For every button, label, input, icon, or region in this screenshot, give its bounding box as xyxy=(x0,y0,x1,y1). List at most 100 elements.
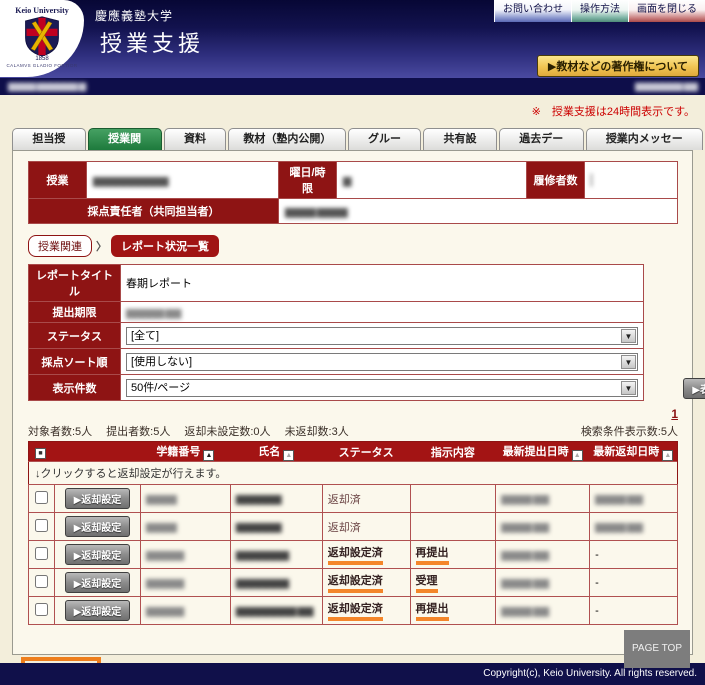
tab-materials[interactable]: 教材（塾内公開） xyxy=(228,128,346,150)
header-buttons: お問い合わせ 操作方法 画面を閉じる xyxy=(494,0,705,22)
page-top-button[interactable]: PAGE TOP xyxy=(624,630,690,668)
tab-share-settings[interactable]: 共有設定 xyxy=(423,128,497,166)
sort-icon[interactable]: ▲ xyxy=(283,449,295,461)
datetime-redacted: ▆▆▆▆▆▆▆ ▆▆ xyxy=(635,81,698,92)
enrolled-value: ▏ xyxy=(584,161,678,199)
col-instruction: 指示内容 xyxy=(410,441,496,462)
grader-label: 採点責任者（共同担当者） xyxy=(28,198,279,224)
instruction-badge: 再提出 xyxy=(415,600,449,621)
deadline-value: ▆▆▆▆▆ ▆▆ xyxy=(120,301,644,323)
class-info-table: 授業 ▆▆▆▆▆▆▆▆▆▆ 曜日/時限 ▆ 履修者数 ▏ 採点責任者（共同担当者… xyxy=(28,161,678,224)
col-status: ステータス xyxy=(322,441,411,462)
pagination-top: 1 xyxy=(28,407,678,421)
report-title-value: 春期レポート xyxy=(120,264,644,302)
enrolled-label: 履修者数 xyxy=(526,161,585,199)
breadcrumb-separator: 〉 xyxy=(96,241,107,253)
return-setting-button[interactable]: ▶返却設定 xyxy=(64,488,131,509)
tab-library[interactable]: 資料室 xyxy=(163,128,227,166)
col-last-submitted: 最新提出日時 ▲ xyxy=(495,441,590,462)
user-name-redacted: ▆▆▆▆ ▆▆▆▆▆▆ ▆ xyxy=(8,81,86,92)
chevron-down-icon: ▼ xyxy=(621,328,636,343)
tab-past-data[interactable]: 過去データ xyxy=(498,128,584,166)
status-badge: 返却済 xyxy=(327,521,361,534)
items-per-page-select[interactable]: 50件/ページ ▼ xyxy=(126,378,638,397)
tab-class-related[interactable]: 授業関連 xyxy=(87,128,162,166)
stat-unreturned: 未返却数:3人 xyxy=(284,426,349,438)
breadcrumb: 授業関連 〉 レポート状況一覧 xyxy=(28,235,677,257)
student-name-link[interactable]: ▆▆▆▆▆▆ xyxy=(236,521,282,533)
show-button[interactable]: ▶表示 xyxy=(683,378,705,399)
content-panel: 授業 ▆▆▆▆▆▆▆▆▆▆ 曜日/時限 ▆ 履修者数 ▏ 採点責任者（共同担当者… xyxy=(12,150,705,685)
report-title-label: レポートタイトル xyxy=(28,264,121,302)
select-all-icon[interactable]: ■ xyxy=(35,448,46,459)
contact-button[interactable]: お問い合わせ xyxy=(494,0,571,22)
report-filter-form: レポートタイトル 春期レポート 提出期限 ▆▆▆▆▆ ▆▆ ステータス [全て]… xyxy=(28,264,705,401)
stats-bar: 対象者数:5人 提出者数:5人 返却未設定数:0人 未返却数:3人 検索条件表示… xyxy=(28,423,678,439)
table-hint: ↓クリックすると返却設定が行えます。 xyxy=(28,461,678,485)
score-sort-select[interactable]: [使用しない] ▼ xyxy=(126,352,638,371)
row-checkbox[interactable] xyxy=(34,574,48,588)
sort-asc-icon[interactable]: ▲ xyxy=(203,449,215,461)
howto-button[interactable]: 操作方法 xyxy=(571,0,628,22)
status-badge: 返却済 xyxy=(327,493,361,506)
day-period-label: 曜日/時限 xyxy=(278,161,337,199)
status-badge: 返却設定済 xyxy=(327,572,383,593)
score-sort-label: 採点ソート順 xyxy=(28,348,121,375)
return-setting-button[interactable]: ▶返却設定 xyxy=(64,544,131,565)
logo-motto: CALAMVS GLADIO FORTIOR xyxy=(6,63,78,69)
student-name-link[interactable]: ▆▆▆▆▆▆ xyxy=(236,493,282,505)
student-name-link[interactable]: ▆▆▆▆▆▆▆ xyxy=(236,549,289,561)
breadcrumb-class-related[interactable]: 授業関連 xyxy=(28,235,92,257)
keio-logo: Keio University 1858 CALAMVS GLADIO FORT… xyxy=(0,0,84,77)
logo-university-name: Keio University xyxy=(15,6,69,15)
copyright-info-button[interactable]: ▶教材などの著作権について xyxy=(536,55,699,77)
tab-groups[interactable]: グループ xyxy=(347,128,422,166)
pagination-bottom: 1 xyxy=(28,631,678,645)
row-checkbox[interactable] xyxy=(34,546,48,560)
keio-crest-icon xyxy=(25,16,59,57)
table-row: ▶返却設定 ▆▆▆▆▆ ▆▆▆▆▆▆▆ 返却設定済 受理 ▆▆▆▆ ▆▆ - xyxy=(28,568,678,597)
status-label: ステータス xyxy=(28,322,121,349)
page: Keio University 1858 CALAMVS GLADIO FORT… xyxy=(0,0,705,685)
col-name: 氏名 ▲ xyxy=(230,441,323,462)
footer-copyright: Copyright(c), Keio University. All right… xyxy=(0,663,705,685)
row-checkbox[interactable] xyxy=(34,602,48,616)
sort-icon[interactable]: ▲ xyxy=(571,449,583,461)
header: Keio University 1858 CALAMVS GLADIO FORT… xyxy=(0,0,705,78)
table-row: ▶返却設定 ▆▆▆▆ ▆▆▆▆▆▆ 返却済 ▆▆▆▆ ▆▆ ▆▆▆▆ ▆▆ xyxy=(28,512,678,541)
breadcrumb-report-status-list: レポート状況一覧 xyxy=(111,235,219,257)
status-select[interactable]: [全て] ▼ xyxy=(126,326,638,345)
day-period-value: ▆ xyxy=(336,161,527,199)
grader-value: ▆▆▆▆ ▆▆▆▆ xyxy=(278,198,678,224)
deadline-label: 提出期限 xyxy=(28,301,121,323)
sort-icon[interactable]: ▲ xyxy=(662,449,674,461)
tab-class-messages[interactable]: 授業内メッセージ xyxy=(585,128,703,166)
page-1-link[interactable]: 1 xyxy=(671,407,678,421)
return-setting-button[interactable]: ▶返却設定 xyxy=(64,600,131,621)
chevron-down-icon: ▼ xyxy=(621,354,636,369)
tab-bar: 担当授業 授業関連 資料室 教材（塾内公開） グループ 共有設定 過去データ 授… xyxy=(12,128,705,166)
logo-year: 1858 xyxy=(35,56,49,62)
chevron-down-icon: ▼ xyxy=(621,380,636,395)
status-badge: 返却設定済 xyxy=(327,544,383,565)
return-setting-button[interactable]: ▶返却設定 xyxy=(64,516,131,537)
student-name-link[interactable]: ▆▆▆▆▆▆▆▆ ▆▆ xyxy=(236,605,314,617)
stat-search-shown: 検索条件表示数:5人 xyxy=(580,426,678,438)
user-bar: ▆▆▆▆ ▆▆▆▆▆▆ ▆ ▆▆▆▆▆▆▆ ▆▆ xyxy=(0,78,705,95)
table-row: ▶返却設定 ▆▆▆▆▆ ▆▆▆▆▆▆▆ 返却設定済 再提出 ▆▆▆▆ ▆▆ - xyxy=(28,540,678,569)
close-screen-button[interactable]: 画面を閉じる xyxy=(628,0,705,22)
page-title: 授業支援 xyxy=(100,31,205,56)
return-setting-button[interactable]: ▶返却設定 xyxy=(64,572,131,593)
24h-notice: ※ 授業支援は24時間表示です。 xyxy=(531,106,695,118)
stat-submitted: 提出者数:5人 xyxy=(106,426,171,438)
table-row: ▶返却設定 ▆▆▆▆ ▆▆▆▆▆▆ 返却済 ▆▆▆▆ ▆▆ ▆▆▆▆ ▆▆ xyxy=(28,484,678,513)
student-name-link[interactable]: ▆▆▆▆▆▆▆ xyxy=(236,577,289,589)
tab-assigned-classes[interactable]: 担当授業 xyxy=(12,128,86,166)
row-checkbox[interactable] xyxy=(34,490,48,504)
status-badge: 返却設定済 xyxy=(327,600,383,621)
table-row: ▶返却設定 ▆▆▆▆▆ ▆▆▆▆▆▆▆▆ ▆▆ 返却設定済 再提出 ▆▆▆▆ ▆… xyxy=(28,596,678,625)
row-checkbox[interactable] xyxy=(34,518,48,532)
class-value: ▆▆▆▆▆▆▆▆▆▆ xyxy=(86,161,279,199)
class-label: 授業 xyxy=(28,161,87,199)
instruction-badge: 受理 xyxy=(415,572,438,593)
